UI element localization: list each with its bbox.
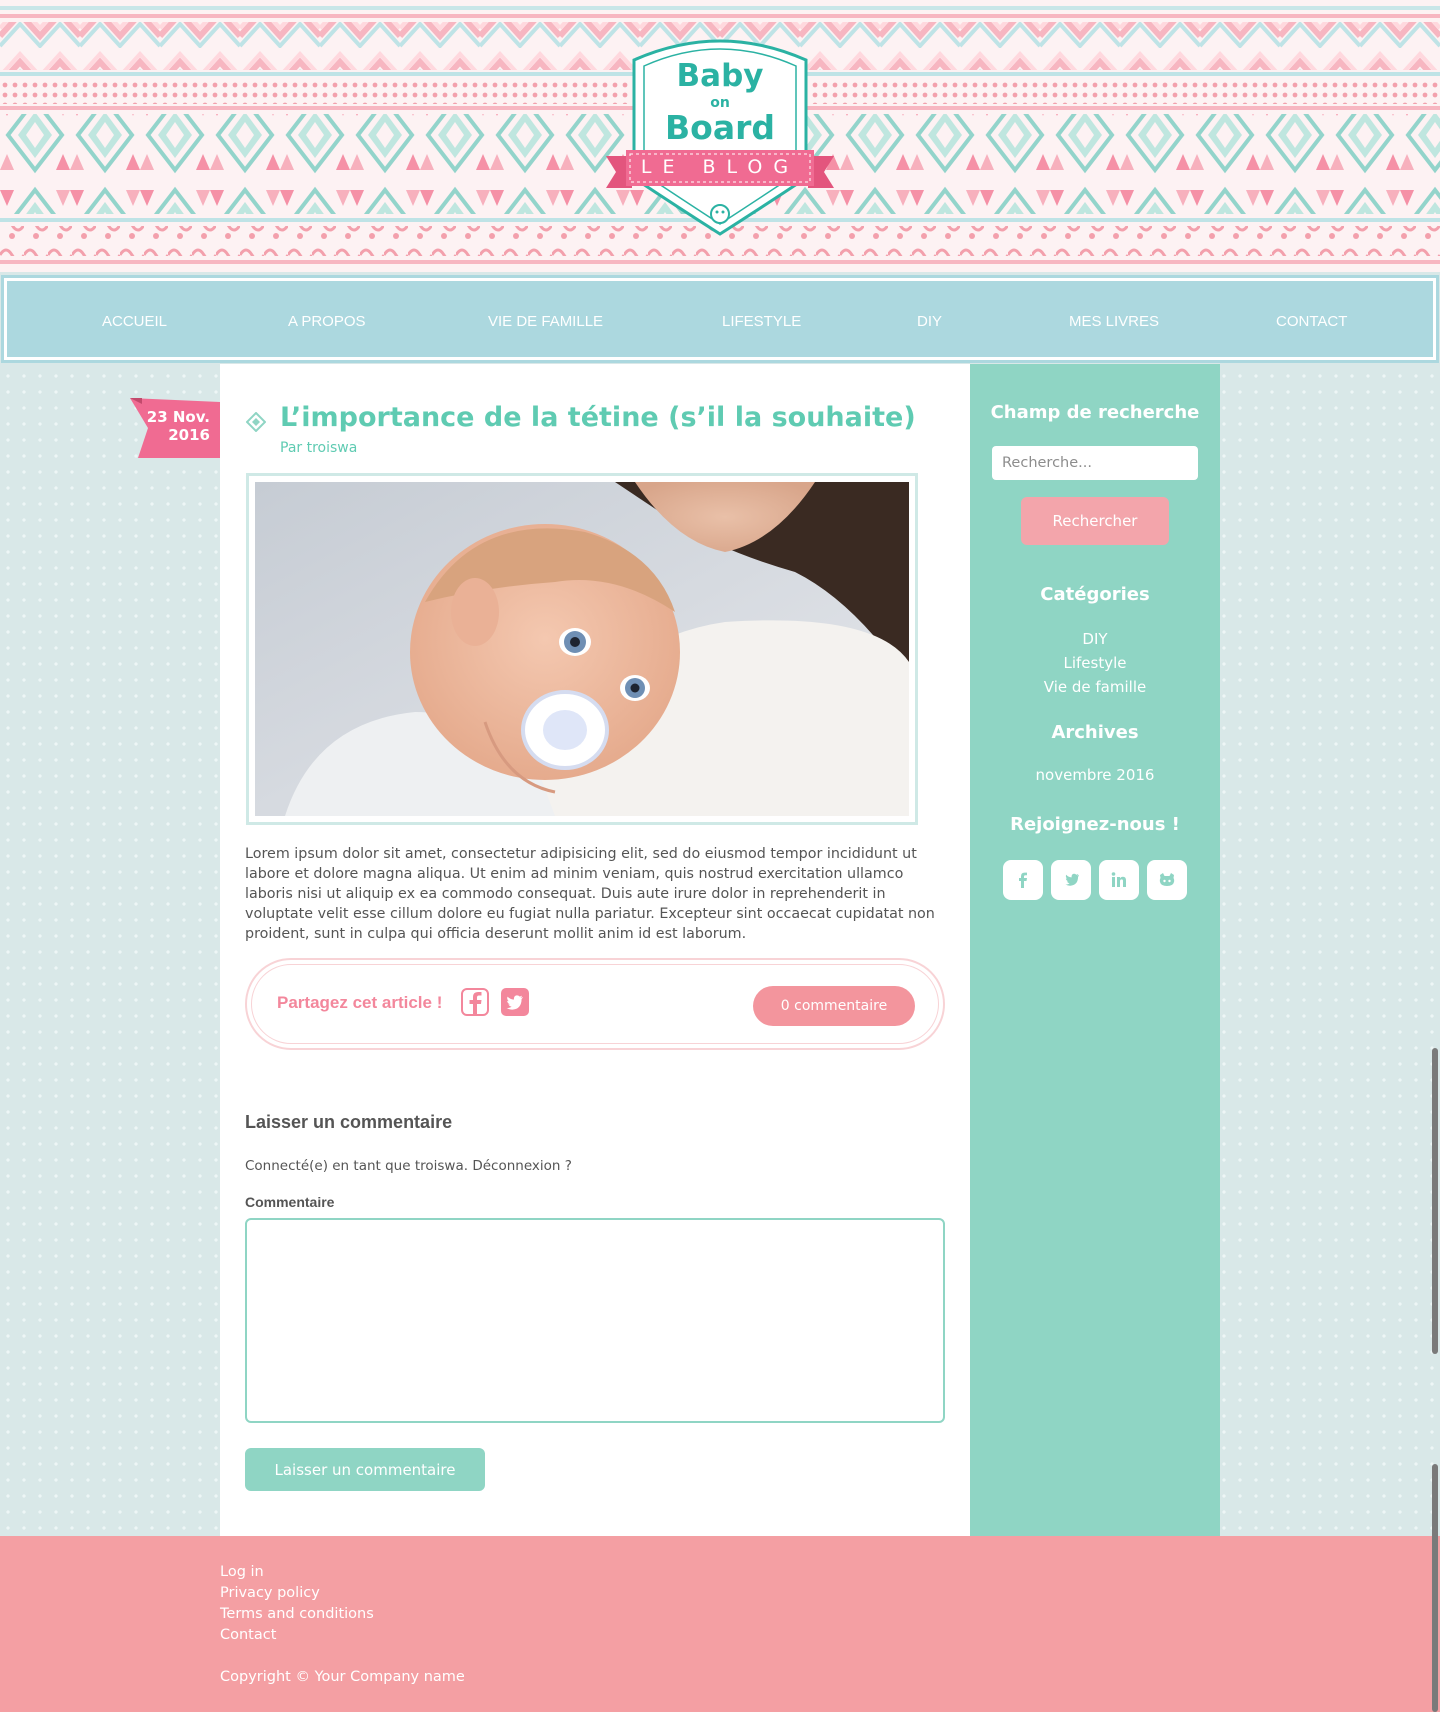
nav-item-accueil[interactable]: ACCUEIL <box>102 313 167 330</box>
site-logo[interactable]: Baby on Board LE BLOG <box>604 28 836 238</box>
twitter-share-icon[interactable] <box>501 988 529 1016</box>
comment-textarea[interactable] <box>245 1218 945 1423</box>
footer-link-terms[interactable]: Terms and conditions <box>220 1606 374 1622</box>
post-date-day: 23 Nov. <box>146 408 210 426</box>
scrollbar-thumb-secondary[interactable] <box>1432 1464 1438 1712</box>
twitter-icon <box>1065 873 1079 886</box>
post-title[interactable]: L’importance de la tétine (s’il la souha… <box>280 402 916 433</box>
header-banner: Baby on Board LE BLOG <box>0 0 1440 272</box>
facebook-share-icon[interactable] <box>461 988 489 1016</box>
share-label: Partagez cet article ! <box>277 993 443 1012</box>
logo-ribbon-text: LE BLOG <box>640 156 800 178</box>
site-footer <box>0 1536 1440 1712</box>
github-icon <box>1159 873 1175 886</box>
logged-in-text[interactable]: Connecté(e) en tant que troiswa. Déconne… <box>245 1158 572 1174</box>
linkedin-icon <box>1111 872 1126 887</box>
nav-item-mes-livres[interactable]: MES LIVRES <box>1069 313 1159 330</box>
share-box: Partagez cet article ! 0 commentaire <box>245 958 945 1050</box>
scrollbar-track[interactable] <box>1428 0 1440 1712</box>
logo-word-board: Board <box>665 108 775 147</box>
logo-word-baby: Baby <box>676 58 764 94</box>
post-date-year: 2016 <box>168 426 210 444</box>
nav-item-diy[interactable]: DIY <box>917 313 942 330</box>
search-button[interactable]: Rechercher <box>1021 497 1169 545</box>
category-link-lifestyle[interactable]: Lifestyle <box>970 654 1220 672</box>
comment-field-label: Commentaire <box>245 1194 335 1210</box>
facebook-icon <box>1019 872 1027 888</box>
social-heading: Rejoignez-nous ! <box>1010 814 1180 835</box>
footer-link-privacy-policy[interactable]: Privacy policy <box>220 1585 320 1601</box>
category-link-vie-de-famille[interactable]: Vie de famille <box>970 678 1220 696</box>
category-link-diy[interactable]: DIY <box>970 630 1220 648</box>
footer-link-contact[interactable]: Contact <box>220 1627 276 1643</box>
comment-count-button[interactable]: 0 commentaire <box>753 986 915 1026</box>
submit-comment-button[interactable]: Laisser un commentaire <box>245 1448 485 1491</box>
nav-item-lifestyle[interactable]: LIFESTYLE <box>722 313 801 330</box>
nav-item-a-propos[interactable]: A PROPOS <box>288 313 366 330</box>
scrollbar-thumb[interactable] <box>1432 1048 1438 1354</box>
title-diamond-icon <box>246 412 266 432</box>
twitter-social-button[interactable] <box>1051 860 1091 900</box>
post-date-flag: 23 Nov. 2016 <box>130 398 220 458</box>
nav-item-contact[interactable]: CONTACT <box>1276 313 1347 330</box>
main-navigation: ACCUEIL A PROPOS VIE DE FAMILLE LIFESTYL… <box>1 275 1439 363</box>
search-heading: Champ de recherche <box>990 402 1200 423</box>
footer-copyright: Copyright © Your Company name <box>220 1669 465 1685</box>
archives-heading: Archives <box>1051 722 1139 743</box>
categories-heading: Catégories <box>1040 584 1150 605</box>
search-input[interactable] <box>992 446 1198 480</box>
post-author[interactable]: Par troiswa <box>280 440 357 456</box>
facebook-social-button[interactable] <box>1003 860 1043 900</box>
footer-link-log-in[interactable]: Log in <box>220 1564 264 1580</box>
comment-form-heading: Laisser un commentaire <box>245 1112 453 1132</box>
nav-item-vie-de-famille[interactable]: VIE DE FAMILLE <box>488 313 603 330</box>
github-social-button[interactable] <box>1147 860 1187 900</box>
post-image-frame <box>246 473 918 825</box>
baby-photo <box>255 482 909 816</box>
post-body-text: Lorem ipsum dolor sit amet, consectetur … <box>245 846 935 942</box>
archive-link-november-2016[interactable]: novembre 2016 <box>970 766 1220 784</box>
post-image <box>255 482 909 816</box>
linkedin-social-button[interactable] <box>1099 860 1139 900</box>
